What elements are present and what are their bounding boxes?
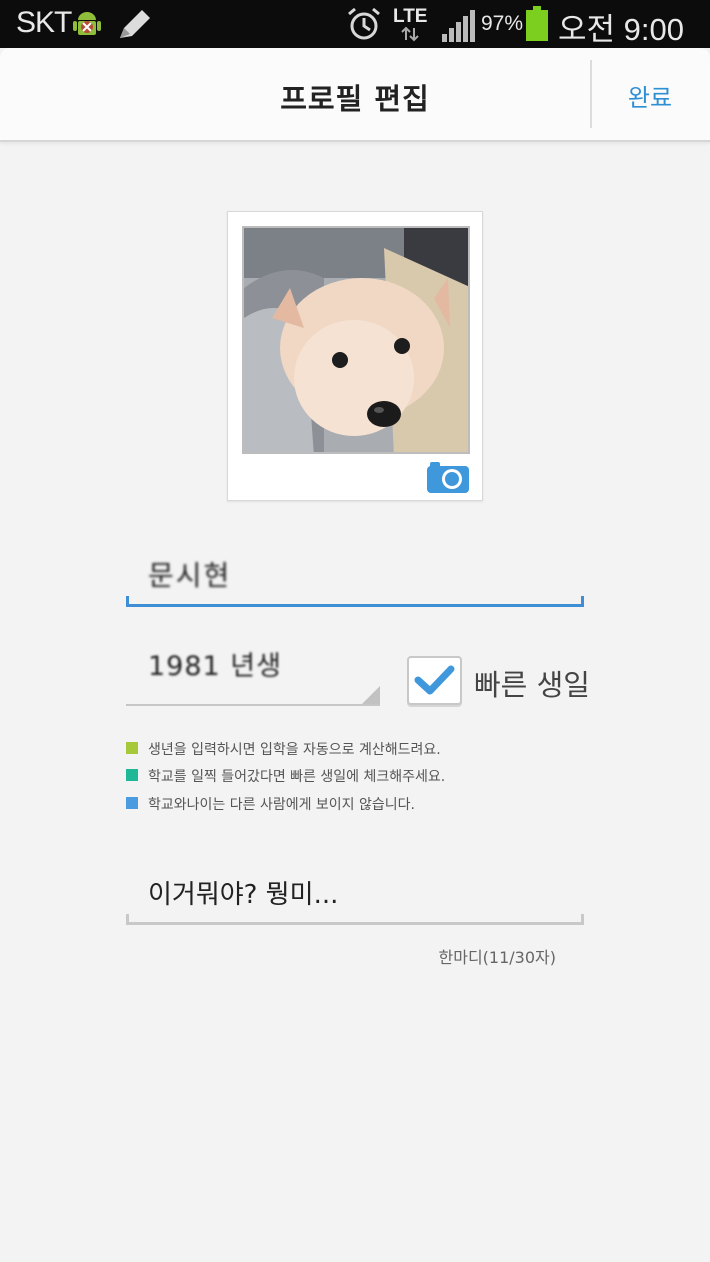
field-edge-left [126, 596, 129, 604]
puppy-photo [244, 228, 468, 452]
profile-photo-frame[interactable] [227, 211, 483, 501]
name-input-value: 문시현 [148, 559, 232, 592]
note-bullet [126, 797, 138, 809]
field-edge-right [581, 914, 584, 922]
profile-photo[interactable] [242, 226, 470, 454]
name-field[interactable]: 문시현 [126, 544, 584, 607]
lte-arrows-icon [401, 26, 419, 42]
battery-icon [526, 6, 548, 41]
carrier-label: SKT [16, 6, 72, 39]
status-message-value: 이거뭐야? 뭥미... [148, 880, 339, 910]
character-counter: 한마디(11/30자) [438, 948, 556, 967]
header-bar: 프로필 편집 완료 [0, 48, 710, 142]
battery-percent: 97% [481, 12, 524, 35]
alarm-icon [348, 7, 380, 40]
pencil-icon [120, 10, 150, 38]
network-label: LTE [393, 6, 428, 27]
done-button[interactable]: 완료 [600, 78, 700, 113]
note-text: 학교를 일찍 들어갔다면 빠른 생일에 체크해주세요. [148, 769, 446, 785]
birth-year-value: 1981 년생 [148, 651, 282, 682]
checkmark-icon [414, 665, 455, 695]
camera-icon[interactable] [426, 460, 470, 494]
android-debug-icon [73, 12, 101, 35]
fast-birthday-checkbox[interactable] [407, 656, 462, 705]
fast-birthday-label: 빠른 생일 [474, 668, 590, 702]
status-message-field[interactable]: 이거뭐야? 뭥미... [126, 856, 584, 925]
field-edge-left [126, 914, 129, 922]
note-bullet [126, 769, 138, 781]
signal-icon [442, 10, 475, 42]
note-bullet [126, 742, 138, 754]
clock: 오전 9:00 [558, 12, 684, 47]
note-text: 학교와나이는 다른 사람에게 보이지 않습니다. [148, 797, 415, 813]
dropdown-corner-icon [362, 686, 380, 704]
header-divider [590, 60, 592, 128]
status-bar: SKT LTE 97% 오전 9:00 [0, 0, 710, 48]
birth-year-select[interactable]: 1981 년생 [126, 632, 380, 706]
note-text: 생년을 입력하시면 입학을 자동으로 계산해드려요. [148, 742, 441, 758]
field-edge-right [581, 596, 584, 604]
